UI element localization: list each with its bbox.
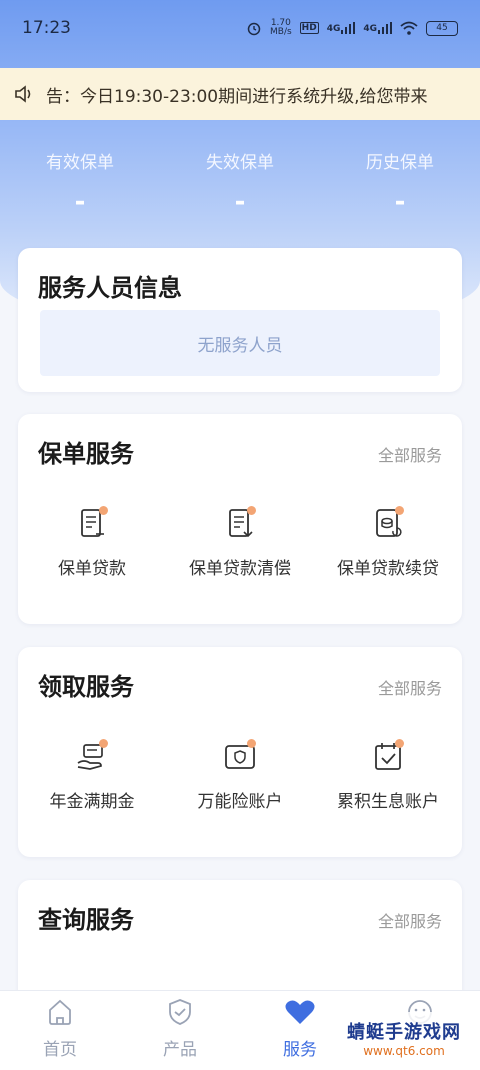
service-policy-loan[interactable]: 保单贷款 — [18, 504, 166, 579]
watermark-title: 蜻蜓手游戏网 — [347, 1022, 461, 1043]
service-label: 保单贷款 — [58, 559, 126, 579]
status-time: 17:23 — [22, 18, 71, 38]
query-card-title: 查询服务 — [38, 906, 134, 934]
tab-products[interactable]: 产品 — [120, 991, 240, 1070]
loan-doc-icon — [72, 504, 112, 544]
policy-all-services-link[interactable]: 全部服务 — [378, 442, 442, 466]
stat-label: 有效保单 — [46, 153, 114, 173]
staff-card-title: 服务人员信息 — [38, 274, 182, 302]
claim-all-services-link[interactable]: 全部服务 — [378, 675, 442, 699]
policy-services-card: 保单服务 全部服务 保单贷款 保单贷款清偿 保单贷款续贷 — [18, 414, 462, 624]
heart-icon — [284, 997, 316, 1031]
service-accumulated-interest[interactable]: 累积生息账户 — [314, 737, 462, 812]
wallet-icon — [220, 737, 260, 777]
site-watermark: 蜻蜓手游戏网 www.qt6.com — [334, 1012, 474, 1064]
claim-card-title: 领取服务 — [38, 673, 134, 701]
calendar-check-icon — [368, 737, 408, 777]
policy-stats: 有效保单 - 失效保单 - 历史保单 - — [0, 148, 480, 217]
service-label: 万能险账户 — [197, 792, 283, 812]
net-speed-unit: MB/s — [270, 27, 292, 37]
stat-history-policies[interactable]: 历史保单 - — [320, 148, 480, 217]
staff-empty-state: 无服务人员 — [40, 310, 440, 376]
signal-4g-1: 4G — [327, 22, 356, 34]
stat-label: 历史保单 — [366, 153, 434, 173]
stat-label: 失效保单 — [206, 153, 274, 173]
notice-bar[interactable]: 告：今日19:30-23:00期间进行系统升级,给您带来 — [0, 68, 480, 120]
shield-icon — [165, 997, 195, 1031]
service-label: 保单贷款续贷 — [337, 559, 439, 579]
stat-value: - — [74, 187, 86, 217]
repay-doc-icon — [220, 504, 260, 544]
tab-home[interactable]: 首页 — [0, 991, 120, 1070]
speaker-icon — [14, 84, 36, 104]
tab-label: 首页 — [43, 1040, 77, 1060]
service-annuity[interactable]: 年金满期金 — [18, 737, 166, 812]
service-policy-loan-repay[interactable]: 保单贷款清偿 — [166, 504, 314, 579]
signal-4g-2: 4G — [363, 22, 392, 34]
claim-services-card: 领取服务 全部服务 年金满期金 万能险账户 累积生息账户 — [18, 647, 462, 857]
notice-text: 告：今日19:30-23:00期间进行系统升级,给您带来 — [46, 86, 428, 107]
battery-indicator: 45 — [426, 20, 458, 36]
annuity-icon — [72, 737, 112, 777]
service-label: 累积生息账户 — [337, 792, 439, 812]
service-policy-loan-renew[interactable]: 保单贷款续贷 — [314, 504, 462, 579]
policy-card-title: 保单服务 — [38, 440, 134, 468]
stat-invalid-policies[interactable]: 失效保单 - — [160, 148, 320, 217]
stat-value: - — [394, 187, 406, 217]
renew-loan-icon — [368, 504, 408, 544]
tab-label: 服务 — [283, 1040, 317, 1060]
tab-label: 产品 — [163, 1040, 197, 1060]
query-all-services-link[interactable]: 全部服务 — [378, 908, 442, 932]
status-indicators: 1.70 MB/s HD 4G 4G 45 — [246, 19, 458, 37]
status-bar: 17:23 1.70 MB/s HD 4G 4G 45 — [0, 0, 480, 56]
alarm-icon — [246, 20, 262, 36]
service-universal-account[interactable]: 万能险账户 — [166, 737, 314, 812]
staff-card: 服务人员信息 无服务人员 — [18, 248, 462, 392]
stat-valid-policies[interactable]: 有效保单 - — [0, 148, 160, 217]
watermark-url: www.qt6.com — [363, 1044, 445, 1058]
service-label: 年金满期金 — [49, 792, 135, 812]
hd-badge: HD — [299, 22, 319, 34]
wifi-icon — [400, 21, 418, 35]
home-icon — [45, 997, 75, 1031]
stat-value: - — [234, 187, 246, 217]
service-label: 保单贷款清偿 — [189, 559, 291, 579]
